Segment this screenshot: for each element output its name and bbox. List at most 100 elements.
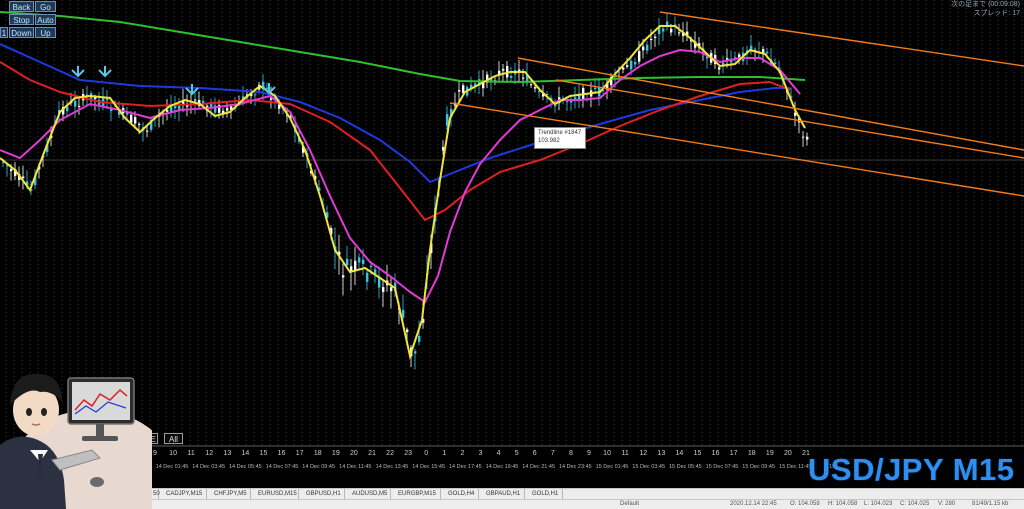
- axis-hour-label: 11: [621, 450, 629, 457]
- axis-hour-label: 9: [153, 450, 157, 457]
- axis-hour-label: 22: [386, 450, 394, 457]
- candle-body: [654, 36, 657, 38]
- candle-body: [10, 168, 13, 172]
- axis-hour-label: 20: [784, 450, 792, 457]
- all-button[interactable]: All: [164, 433, 183, 444]
- axis-hour-label: 5: [514, 450, 519, 457]
- candle-body: [382, 287, 385, 292]
- candle-body: [622, 67, 625, 70]
- candle-body: [74, 100, 77, 107]
- candle-body: [130, 114, 133, 123]
- axis-time-label: 14 Dec 01:45: [155, 464, 189, 470]
- candle-body: [358, 257, 361, 263]
- symbol-tab[interactable]: CADJPY,M15: [163, 489, 207, 499]
- symbol-tab[interactable]: GOLD,H4: [445, 489, 479, 499]
- symbol-tab[interactable]: EURGBP,M15: [395, 489, 441, 499]
- axis-time-label: 15 Dec 07:45: [705, 464, 739, 470]
- candle-body: [134, 117, 137, 124]
- axis-hour-label: 15: [693, 450, 702, 457]
- go-button[interactable]: Go: [35, 1, 56, 12]
- axis-hour-label: 20: [350, 450, 358, 457]
- presenter-avatar-icon: [0, 373, 152, 509]
- candlesticks: [2, 13, 809, 370]
- trendline-2: [517, 57, 1024, 151]
- candle-body: [670, 28, 673, 33]
- symbol-tabs: 50 CADJPY,M15 CHFJPY,M5 EURUSD,M15 GBPUSD,H1…: [150, 488, 1024, 499]
- step-one-button[interactable]: 1: [0, 27, 8, 38]
- ma-green-line: [0, 11, 806, 84]
- candle-body: [502, 68, 505, 71]
- candle-body: [662, 28, 665, 32]
- candle-body: [362, 259, 365, 265]
- candle-body: [106, 98, 109, 101]
- symbol-tab[interactable]: CHFJPY,M5: [211, 489, 251, 499]
- axis-hour-label: 9: [587, 450, 591, 457]
- axis-hour-label: 0: [424, 450, 429, 457]
- symbol-tab[interactable]: GBPAUD,H1: [483, 489, 525, 499]
- up-button[interactable]: Up: [35, 27, 56, 38]
- axis-hour-label: 19: [331, 450, 340, 457]
- status-traffic: 81/49/1.15 kb: [972, 501, 1009, 507]
- axis-hour-label: 18: [313, 450, 322, 457]
- pair-label: USD/JPY M15: [808, 452, 1015, 487]
- candle-body: [594, 87, 597, 90]
- candle-body: [138, 123, 141, 125]
- axis-time-label: 14 Dec 09:45: [302, 464, 336, 470]
- axis-time-label: 15 Dec 09:45: [742, 464, 776, 470]
- moving-averages: [0, 11, 806, 360]
- candle-body: [530, 84, 533, 86]
- axis-hour-label: 14: [675, 450, 684, 457]
- axis-time-label: 14 Dec 05:45: [228, 464, 262, 470]
- candle-body: [22, 176, 25, 179]
- status-low: L: 104.023: [864, 501, 893, 507]
- candle-body: [634, 61, 637, 65]
- status-high: H: 104.058: [828, 501, 858, 507]
- symbol-tab[interactable]: GOLD,H1: [529, 489, 563, 499]
- axis-hour-label: 18: [747, 450, 756, 457]
- axis-hour-label: 16: [711, 450, 720, 457]
- tooltip-value: 103.982: [538, 138, 560, 144]
- candle-body: [642, 46, 645, 51]
- candle-body: [806, 136, 809, 140]
- candle-body: [638, 50, 641, 62]
- bar-info: 次の足まで (00:09:08) スプレッド: 17: [951, 0, 1020, 18]
- symbol-tab[interactable]: AUDUSD,M5: [349, 489, 391, 499]
- candle-body: [346, 258, 349, 266]
- candle-body: [406, 329, 409, 333]
- candle-body: [342, 275, 345, 278]
- axis-hour-label: 12: [205, 450, 214, 457]
- candle-body: [458, 90, 461, 92]
- candle-body: [370, 265, 373, 268]
- axis-hour-label: 13: [223, 450, 232, 457]
- axis-hour-label: 13: [657, 450, 666, 457]
- candle-body: [94, 97, 97, 100]
- candle-body: [366, 272, 369, 282]
- arrow-down-signal-icon: [185, 84, 199, 96]
- axis-time-label: 14 Dec 07:45: [265, 464, 299, 470]
- candle-body: [226, 107, 229, 111]
- axis-hour-label: 3: [478, 450, 483, 457]
- down-button[interactable]: Down: [9, 27, 34, 38]
- auto-button[interactable]: Auto: [35, 14, 56, 25]
- candle-body: [254, 94, 257, 96]
- candle-body: [354, 260, 357, 271]
- candle-body: [174, 105, 177, 109]
- candle-body: [146, 130, 149, 132]
- candle-body: [762, 49, 765, 53]
- axis-time-label: 14 Dec 03:45: [192, 464, 226, 470]
- candle-body: [666, 21, 669, 26]
- axis-time-label: 14 Dec 19:45: [485, 464, 519, 470]
- back-button[interactable]: Back: [9, 1, 34, 12]
- signal-arrows: [71, 66, 276, 96]
- arrow-down-signal-icon: [262, 83, 276, 95]
- axis-hour-label: 10: [169, 450, 177, 457]
- axis-hour-label: 4: [496, 450, 501, 457]
- symbol-tab[interactable]: GBPUSD,H1: [303, 489, 345, 499]
- status-volume: V: 280: [938, 501, 956, 507]
- stop-button[interactable]: Stop: [9, 14, 34, 25]
- arrow-down-signal-icon: [98, 66, 112, 78]
- axis-hour-label: 14: [241, 450, 250, 457]
- next-bar-timer: 次の足まで (00:09:08): [951, 1, 1020, 8]
- symbol-tab[interactable]: EURUSD,M15: [255, 489, 299, 499]
- axis-hour-label: 21: [368, 450, 376, 457]
